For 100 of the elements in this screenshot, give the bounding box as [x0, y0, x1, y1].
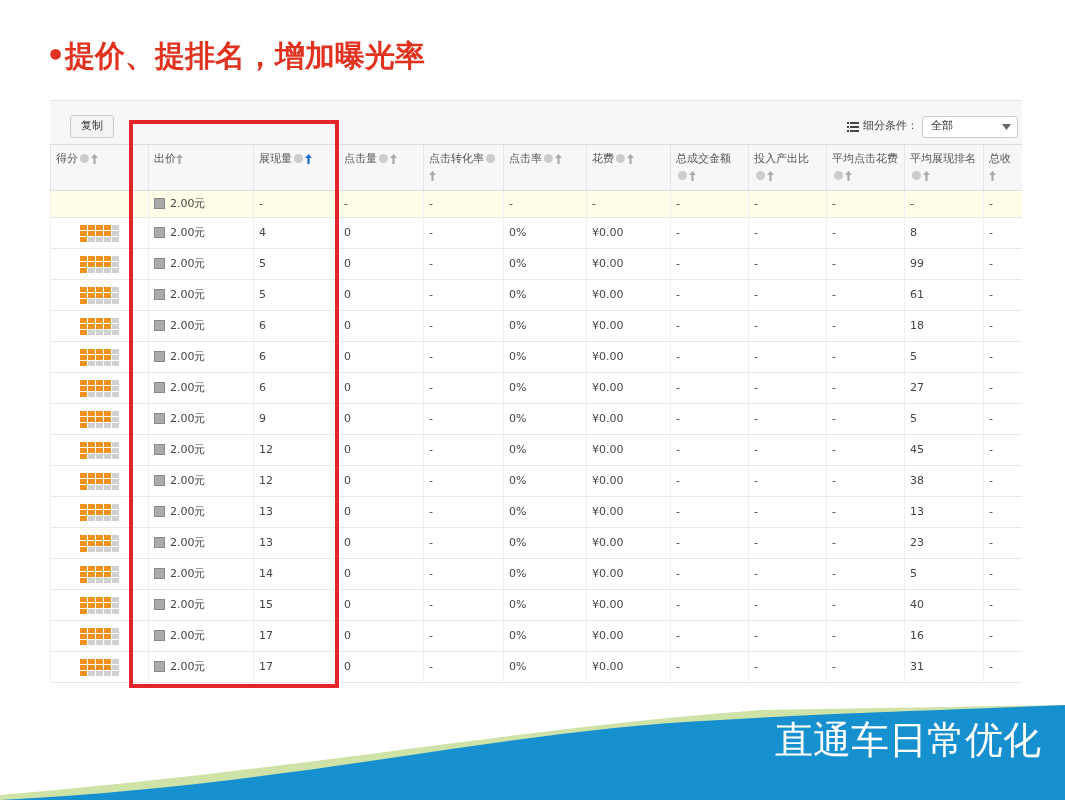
- table-cell: -: [670, 248, 749, 280]
- table-cell: 61: [904, 279, 984, 311]
- column-header[interactable]: 点击率: [503, 145, 587, 191]
- column-header[interactable]: 花费: [586, 145, 671, 191]
- sort-arrow-icon[interactable]: [767, 170, 774, 181]
- table-cell: -: [670, 589, 749, 621]
- table-cell: -: [423, 310, 504, 342]
- help-icon[interactable]: [616, 154, 625, 163]
- table-cell: -: [826, 496, 905, 528]
- table-cell: -: [423, 496, 504, 528]
- column-header[interactable]: 点击转化率: [423, 145, 504, 191]
- table-cell: -: [670, 496, 749, 528]
- table-cell: -: [983, 403, 1022, 435]
- quality-score-drawing: [79, 565, 120, 583]
- sort-arrow-icon[interactable]: [91, 154, 98, 164]
- column-header[interactable]: 总收: [983, 145, 1022, 191]
- sort-arrow-icon[interactable]: [305, 154, 312, 164]
- help-icon[interactable]: [912, 170, 921, 180]
- table-cell: -: [748, 527, 827, 559]
- copy-button[interactable]: 复制: [70, 115, 114, 138]
- bid-type-icon: [154, 443, 165, 455]
- table-cell: -: [670, 372, 749, 404]
- table-cell: 2.00元: [170, 504, 206, 518]
- table-cell: 6: [253, 372, 339, 404]
- table-cell: 0: [338, 589, 424, 621]
- table-cell: 0%: [503, 589, 587, 621]
- table-cell: -: [826, 372, 905, 404]
- sort-arrow-icon[interactable]: [845, 170, 852, 181]
- list-icon: [847, 121, 859, 132]
- sort-arrow-icon[interactable]: [429, 170, 436, 181]
- table-cell: -: [826, 558, 905, 590]
- bid-type-icon: [154, 319, 165, 331]
- bid-type-icon: [154, 536, 165, 548]
- table-cell: 6: [253, 341, 339, 373]
- table-cell: 13: [904, 496, 984, 528]
- bid-type-icon: [154, 474, 165, 486]
- table-cell: -: [670, 279, 749, 311]
- table-cell: -: [826, 589, 905, 621]
- table-cell: 0%: [503, 465, 587, 497]
- table-cell: 16: [904, 620, 984, 652]
- sort-arrow-icon[interactable]: [923, 170, 930, 181]
- quality-score-drawing: [79, 317, 120, 335]
- sort-arrow-icon[interactable]: [689, 170, 696, 181]
- help-icon[interactable]: [544, 154, 553, 163]
- help-icon[interactable]: [80, 154, 89, 163]
- column-header[interactable]: 总成交金额: [670, 145, 749, 191]
- table-cell: 40: [904, 589, 984, 621]
- table-cell: -: [748, 651, 827, 683]
- column-header[interactable]: 投入产出比: [748, 145, 827, 191]
- quality-score-drawing: [79, 348, 120, 366]
- table-cell: -: [748, 496, 827, 528]
- sort-arrow-icon[interactable]: [390, 154, 397, 164]
- table-cell: -: [423, 527, 504, 559]
- quality-score-drawing: [79, 658, 120, 676]
- table-cell: -: [748, 310, 827, 342]
- column-header[interactable]: 平均展现排名: [904, 145, 984, 191]
- table-cell: -: [983, 248, 1022, 280]
- table-cell: -: [826, 190, 905, 218]
- table-cell: 2.00元: [170, 535, 206, 549]
- bid-type-icon: [154, 381, 165, 393]
- table-cell: -: [826, 279, 905, 311]
- table-cell: -: [670, 651, 749, 683]
- quality-score-drawing: [79, 534, 120, 552]
- bid-type-icon: [154, 505, 165, 517]
- help-icon[interactable]: [486, 154, 495, 163]
- table-cell: 0%: [503, 372, 587, 404]
- sort-arrow-icon[interactable]: [627, 154, 634, 164]
- table-cell: -: [826, 217, 905, 249]
- table-cell: 5: [904, 341, 984, 373]
- column-header[interactable]: 平均点击花费: [826, 145, 905, 191]
- column-header[interactable]: 点击量: [338, 145, 424, 191]
- bid-type-icon: [154, 350, 165, 362]
- table-cell: ¥0.00: [586, 341, 671, 373]
- table-cell: 2.00元: [170, 318, 206, 332]
- help-icon[interactable]: [379, 154, 388, 163]
- help-icon[interactable]: [756, 170, 765, 180]
- quality-score-drawing: [79, 503, 120, 521]
- sort-arrow-icon[interactable]: [555, 154, 562, 164]
- help-icon[interactable]: [834, 170, 843, 180]
- table-cell: 4: [253, 217, 339, 249]
- table-cell: -: [983, 651, 1022, 683]
- table-cell: -: [423, 589, 504, 621]
- table-cell: -: [670, 527, 749, 559]
- filter-select[interactable]: 全部: [922, 115, 1018, 138]
- table-cell: 5: [904, 403, 984, 435]
- table-cell: -: [748, 279, 827, 311]
- table-cell: 2.00元: [170, 628, 206, 642]
- table-cell: -: [748, 403, 827, 435]
- table-cell: -: [826, 620, 905, 652]
- table-cell: -: [983, 558, 1022, 590]
- sort-arrow-icon[interactable]: [989, 170, 996, 181]
- quality-score-drawing: [79, 441, 120, 459]
- column-header[interactable]: 得分: [50, 145, 149, 191]
- table-cell: -: [503, 190, 587, 218]
- table-cell: 0: [338, 496, 424, 528]
- help-icon[interactable]: [678, 170, 687, 180]
- sort-arrow-icon[interactable]: [176, 154, 183, 164]
- table-cell: 0%: [503, 496, 587, 528]
- column-header[interactable]: 出价: [148, 145, 254, 191]
- table-cell: -: [904, 190, 984, 218]
